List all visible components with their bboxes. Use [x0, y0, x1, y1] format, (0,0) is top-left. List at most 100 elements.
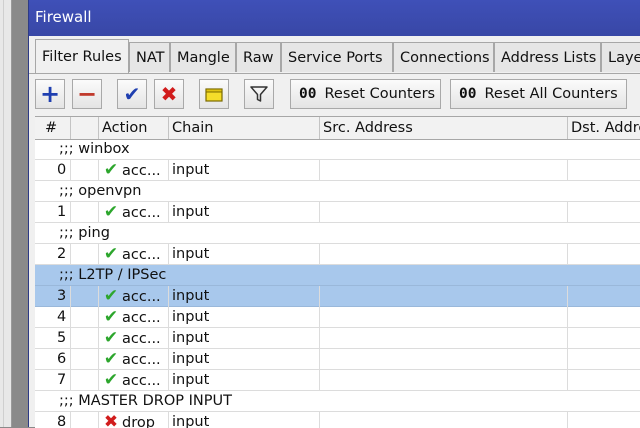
- tab-mangle[interactable]: Mangle: [170, 42, 236, 72]
- counter-icon: 00: [459, 86, 477, 102]
- column-header-blank[interactable]: [71, 117, 99, 139]
- column-header-chain[interactable]: Chain: [169, 117, 320, 139]
- comment-row[interactable]: ;;; winbox: [35, 139, 640, 160]
- accept-check-icon: ✔: [103, 328, 119, 348]
- window-title[interactable]: Firewall: [29, 0, 640, 36]
- rule-dst-address: [568, 244, 640, 265]
- rule-number: 6: [35, 349, 71, 370]
- rule-chain: input: [169, 202, 320, 223]
- rule-number: 2: [35, 244, 71, 265]
- x-icon: ✖: [160, 82, 178, 106]
- rule-action: ✔ acc...: [99, 286, 169, 307]
- column-header-num[interactable]: #: [35, 117, 71, 139]
- rule-flags: [71, 202, 99, 223]
- rule-comment: ;;; ping: [59, 225, 110, 241]
- table-row[interactable]: 5 ✔ acc... input: [35, 328, 640, 349]
- rule-flags: [71, 349, 99, 370]
- accept-check-icon: ✔: [103, 370, 119, 390]
- rule-action-label: acc...: [122, 373, 161, 389]
- accept-check-icon: ✔: [103, 244, 119, 264]
- column-header-action[interactable]: Action: [99, 117, 169, 139]
- plus-icon: +: [39, 80, 61, 108]
- accept-check-icon: ✔: [103, 349, 119, 369]
- table-row[interactable]: 6 ✔ acc... input: [35, 349, 640, 370]
- filter-button[interactable]: [244, 79, 274, 109]
- rule-src-address: [320, 160, 568, 181]
- table-row[interactable]: 2 ✔ acc... input: [35, 244, 640, 265]
- rule-number: 5: [35, 328, 71, 349]
- tab-address-lists[interactable]: Address Lists: [494, 42, 601, 72]
- tab-raw[interactable]: Raw: [236, 42, 281, 72]
- table-header: # Action Chain Src. Address Dst. Address: [35, 117, 640, 140]
- toolbar: + − ✔ ✖ 00 Reset Counters 00 Reset All Cou…: [29, 74, 640, 116]
- rule-action-label: acc...: [122, 289, 161, 305]
- column-header-dst-address[interactable]: Dst. Address: [568, 117, 640, 139]
- tab-service-ports[interactable]: Service Ports: [281, 42, 393, 72]
- rule-number: 7: [35, 370, 71, 391]
- tab-nat[interactable]: NAT: [129, 42, 170, 72]
- disable-button[interactable]: ✖: [154, 79, 184, 109]
- rule-action: ✖ drop: [99, 412, 169, 428]
- rule-action: ✔ acc...: [99, 160, 169, 181]
- tab-filter-rules[interactable]: Filter Rules: [35, 39, 129, 73]
- rule-comment: ;;; MASTER DROP INPUT: [59, 393, 232, 409]
- reset-counters-button[interactable]: 00 Reset Counters: [290, 79, 441, 109]
- add-button[interactable]: +: [35, 79, 65, 109]
- accept-check-icon: ✔: [103, 202, 119, 222]
- rule-action-label: acc...: [122, 163, 161, 179]
- rule-flags: [71, 160, 99, 181]
- counter-icon: 00: [299, 86, 317, 102]
- rule-action-label: acc...: [122, 331, 161, 347]
- comment-row[interactable]: ;;; MASTER DROP INPUT: [35, 391, 640, 412]
- table-row[interactable]: 7 ✔ acc... input: [35, 370, 640, 391]
- rule-action-label: acc...: [122, 352, 161, 368]
- enable-button[interactable]: ✔: [117, 79, 147, 109]
- table-row[interactable]: 1 ✔ acc... input: [35, 202, 640, 223]
- rule-dst-address: [568, 349, 640, 370]
- rule-flags: [71, 307, 99, 328]
- rule-dst-address: [568, 370, 640, 391]
- background-window-edge: [0, 0, 12, 427]
- rule-flags: [71, 244, 99, 265]
- rule-src-address: [320, 286, 568, 307]
- rule-action-label: acc...: [122, 310, 161, 326]
- rule-flags: [71, 370, 99, 391]
- rule-flags: [71, 412, 99, 428]
- rule-action: ✔ acc...: [99, 328, 169, 349]
- accept-check-icon: ✔: [103, 286, 119, 306]
- accept-check-icon: ✔: [103, 160, 119, 180]
- rule-dst-address: [568, 202, 640, 223]
- filter-rules-table: # Action Chain Src. Address Dst. Address…: [35, 116, 640, 428]
- rule-src-address: [320, 307, 568, 328]
- rule-number: 0: [35, 160, 71, 181]
- minus-icon: −: [76, 80, 98, 108]
- table-row[interactable]: 0 ✔ acc... input: [35, 160, 640, 181]
- remove-button[interactable]: −: [72, 79, 102, 109]
- rule-chain: input: [169, 244, 320, 265]
- comment-row[interactable]: ;;; openvpn: [35, 181, 640, 202]
- comment-row[interactable]: ;;; ping: [35, 223, 640, 244]
- table-row[interactable]: 3 ✔ acc... input: [35, 286, 640, 307]
- rule-src-address: [320, 202, 568, 223]
- tab-connections[interactable]: Connections: [393, 42, 494, 72]
- tab-layer7[interactable]: Layer7: [601, 42, 640, 72]
- column-header-src-address[interactable]: Src. Address: [320, 117, 568, 139]
- rule-action: ✔ acc...: [99, 307, 169, 328]
- rule-action-label: acc...: [122, 205, 161, 221]
- comment-button[interactable]: [199, 79, 229, 109]
- rule-flags: [71, 286, 99, 307]
- rule-dst-address: [568, 286, 640, 307]
- reset-all-counters-button[interactable]: 00 Reset All Counters: [450, 79, 627, 109]
- rule-flags: [71, 328, 99, 349]
- table-row[interactable]: 4 ✔ acc... input: [35, 307, 640, 328]
- rule-action: ✔ acc...: [99, 349, 169, 370]
- background-window-line: [3, 0, 4, 427]
- rule-comment: ;;; winbox: [59, 141, 130, 157]
- rule-src-address: [320, 412, 568, 428]
- table-row[interactable]: 8 ✖ drop input: [35, 412, 640, 428]
- rule-chain: input: [169, 412, 320, 428]
- rule-number: 3: [35, 286, 71, 307]
- rule-src-address: [320, 328, 568, 349]
- rule-number: 4: [35, 307, 71, 328]
- comment-row[interactable]: ;;; L2TP / IPSec: [35, 265, 640, 286]
